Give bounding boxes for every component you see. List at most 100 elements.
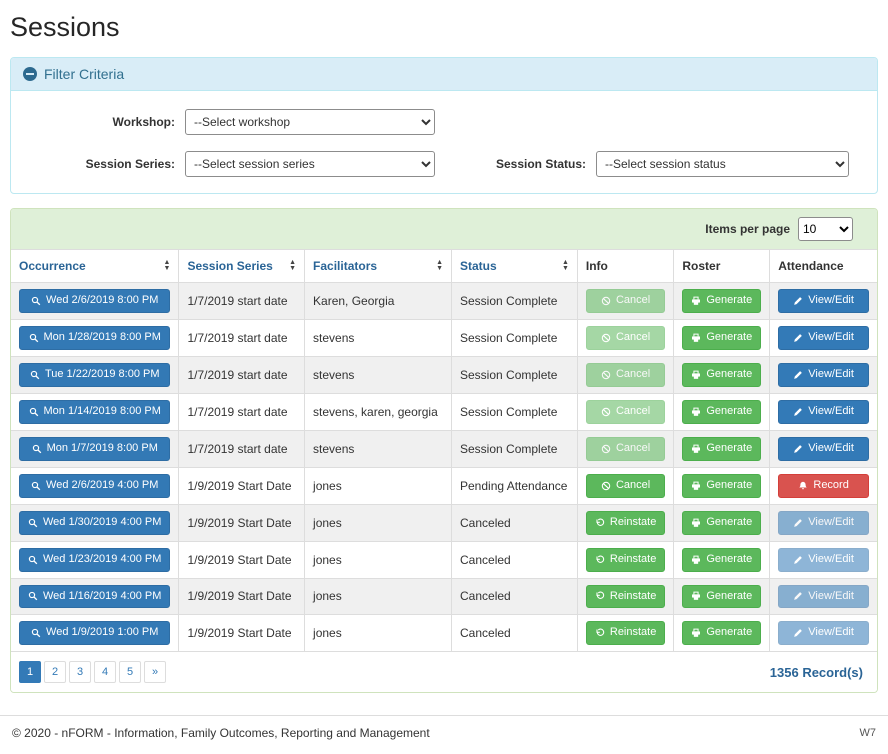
bell-icon [798,481,808,491]
facilitators-cell: stevens [305,319,452,356]
occurrence-label: Mon 1/14/2019 8:00 PM [44,404,161,420]
table-toolbar: Items per page 10 [11,209,877,249]
session-series-cell: 1/7/2019 start date [179,283,305,320]
attendance-action-button[interactable]: View/Edit [778,326,869,350]
roster-action-button[interactable]: Generate [682,363,761,387]
search-icon [28,518,38,528]
info-action-button[interactable]: Cancel [586,437,665,461]
status-cell: Session Complete [452,356,578,393]
roster-action-button[interactable]: Generate [682,585,761,609]
attendance-action-button[interactable]: View/Edit [778,621,869,645]
table-row: Mon 1/28/2019 8:00 PM 1/7/2019 start dat… [11,319,877,356]
occurrence-button[interactable]: Mon 1/28/2019 8:00 PM [19,326,170,350]
filter-criteria-header[interactable]: Filter Criteria [11,58,877,91]
roster-action-button[interactable]: Generate [682,548,761,572]
roster-action-button[interactable]: Generate [682,474,761,498]
ban-icon [601,481,611,491]
print-icon [691,296,701,306]
occurrence-button[interactable]: Mon 1/14/2019 8:00 PM [19,400,170,424]
occurrence-label: Wed 1/23/2019 4:00 PM [43,552,161,568]
table-footer: 12345» 1356 Record(s) [11,652,877,692]
print-icon [691,407,701,417]
info-action-button[interactable]: Cancel [586,289,665,313]
info-action-button[interactable]: Cancel [586,400,665,424]
session-series-cell: 1/9/2019 Start Date [179,578,305,615]
session-series-cell: 1/9/2019 Start Date [179,467,305,504]
info-action-button[interactable]: Reinstate [586,621,665,645]
collapse-minus-icon[interactable] [23,67,37,81]
print-icon [691,444,701,454]
occurrence-button[interactable]: Tue 1/22/2019 8:00 PM [19,363,170,387]
occurrence-button[interactable]: Wed 1/9/2019 1:00 PM [19,621,170,645]
occurrence-button[interactable]: Wed 2/6/2019 8:00 PM [19,289,170,313]
facilitators-cell: jones [305,504,452,541]
info-action-button[interactable]: Reinstate [586,511,665,535]
attendance-action-button[interactable]: View/Edit [778,400,869,424]
roster-action-button[interactable]: Generate [682,289,761,313]
filter-criteria-panel: Filter Criteria Workshop: --Select works… [10,57,878,194]
info-action-button[interactable]: Cancel [586,326,665,350]
page-button[interactable]: 3 [69,661,91,683]
pencil-icon [793,296,803,306]
roster-action-button[interactable]: Generate [682,400,761,424]
items-per-page-select[interactable]: 10 [798,217,853,241]
info-action-button[interactable]: Cancel [586,363,665,387]
occurrence-button[interactable]: Wed 1/30/2019 4:00 PM [19,511,170,535]
workshop-select[interactable]: --Select workshop [185,109,435,135]
sessions-table: Occurrence Session Series Facilitators S… [11,249,877,652]
print-icon [691,370,701,380]
sort-icon [164,260,171,272]
occurrence-button[interactable]: Wed 1/23/2019 4:00 PM [19,548,170,572]
facilitators-cell: jones [305,578,452,615]
attendance-action-button[interactable]: View/Edit [778,585,869,609]
attendance-action-button[interactable]: View/Edit [778,289,869,313]
attendance-action-button[interactable]: Record [778,474,869,498]
filter-criteria-title: Filter Criteria [44,66,124,82]
status-cell: Session Complete [452,393,578,430]
attendance-action-button[interactable]: View/Edit [778,437,869,461]
column-header-facilitators[interactable]: Facilitators [305,250,452,283]
occurrence-button[interactable]: Wed 2/6/2019 4:00 PM [19,474,170,498]
session-series-select[interactable]: --Select session series [185,151,435,177]
page-button[interactable]: 5 [119,661,141,683]
occurrence-button[interactable]: Wed 1/16/2019 4:00 PM [19,585,170,609]
facilitators-cell: stevens, karen, georgia [305,393,452,430]
column-header-info: Info [577,250,673,283]
info-action-button[interactable]: Cancel [586,474,665,498]
site-footer: © 2020 - nFORM - Information, Family Out… [0,715,888,754]
search-icon [28,591,38,601]
pencil-icon [793,555,803,565]
status-cell: Session Complete [452,430,578,467]
search-icon [28,555,38,565]
session-series-cell: 1/7/2019 start date [179,430,305,467]
info-action-button[interactable]: Reinstate [586,585,665,609]
ban-icon [601,296,611,306]
pencil-icon [793,518,803,528]
sort-icon [562,260,569,272]
roster-action-button[interactable]: Generate [682,326,761,350]
search-icon [31,628,41,638]
roster-action-button[interactable]: Generate [682,621,761,645]
status-cell: Canceled [452,578,578,615]
column-header-session-series[interactable]: Session Series [179,250,305,283]
attendance-action-button[interactable]: View/Edit [778,511,869,535]
session-series-field: Session Series: --Select session series [25,151,435,177]
attendance-action-button[interactable]: View/Edit [778,548,869,572]
filter-criteria-body: Workshop: --Select workshop Session Seri… [11,91,877,193]
page-button[interactable]: 4 [94,661,116,683]
page-button[interactable]: 1 [19,661,41,683]
undo-icon [595,555,605,565]
occurrence-button[interactable]: Mon 1/7/2019 8:00 PM [19,437,170,461]
pagination: 12345» [19,661,169,683]
attendance-action-button[interactable]: View/Edit [778,363,869,387]
roster-action-button[interactable]: Generate [682,511,761,535]
search-icon [31,296,41,306]
page-button[interactable]: 2 [44,661,66,683]
roster-action-button[interactable]: Generate [682,437,761,461]
column-header-status[interactable]: Status [452,250,578,283]
session-status-select[interactable]: --Select session status [596,151,849,177]
search-icon [30,370,40,380]
page-button[interactable]: » [144,661,166,683]
info-action-button[interactable]: Reinstate [586,548,665,572]
column-header-occurrence[interactable]: Occurrence [11,250,179,283]
